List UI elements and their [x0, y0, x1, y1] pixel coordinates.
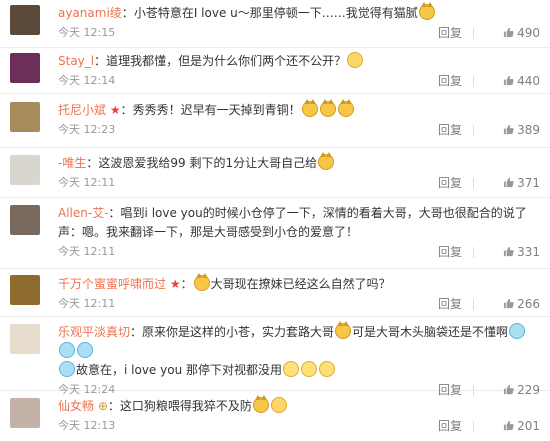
cat-emoji-icon [335, 321, 352, 339]
comment-time: 今天 12:11 [58, 245, 116, 258]
like-count: 490 [517, 26, 540, 40]
avatar[interactable] [10, 205, 40, 235]
avatar[interactable] [10, 102, 40, 132]
cat-emoji-icon [318, 152, 335, 170]
like-button[interactable]: 490 [503, 23, 540, 43]
reply-button[interactable]: 回复 [438, 416, 462, 436]
like-button[interactable]: 440 [503, 71, 540, 91]
cry-emoji-icon [509, 323, 526, 339]
reply-button[interactable]: 回复 [438, 173, 462, 193]
thumb-up-icon [504, 27, 514, 38]
comment-text: 这波恩爱我给99 剩下的1分让大哥自己给 [98, 156, 318, 170]
thumb-up-icon [504, 246, 514, 257]
thumb-up-icon [504, 298, 514, 309]
comment-username[interactable]: -唯生 [58, 156, 86, 170]
avatar[interactable] [10, 275, 40, 305]
comment-time: 今天 12:14 [58, 74, 116, 87]
like-button[interactable]: 389 [503, 120, 540, 140]
comment-time: 今天 12:11 [58, 176, 116, 189]
comment-username[interactable]: 仙女畅 [58, 399, 94, 413]
comment-text: 可是大哥木头脑袋还是不懂啊 [352, 325, 509, 339]
divider [473, 178, 474, 189]
cat-emoji-icon [301, 99, 318, 117]
divider [473, 76, 474, 87]
comment-item: 乐观平淡真切：原来你是这样的小苍，实力套路大哥 可是大哥木头脑袋还是不懂啊 故意在，… [0, 317, 550, 397]
comment-item: 仙女畅 ⊕：这口狗粮喂得我猝不及防 今天 12:13 回复 201 [0, 391, 550, 441]
comment-username[interactable]: 乐观平淡真切 [58, 325, 130, 339]
like-button[interactable]: 331 [503, 242, 540, 262]
reply-button[interactable]: 回复 [438, 120, 462, 140]
thumb-up-icon [504, 177, 514, 188]
reply-button[interactable]: 回复 [438, 23, 462, 43]
divider [473, 125, 474, 136]
comment-item: -唯生：这波恩爱我给99 剩下的1分让大哥自己给 今天 12:11 回复 371 [0, 148, 550, 198]
speechless-emoji-icon [301, 361, 317, 377]
like-button[interactable]: 201 [503, 416, 540, 436]
avatar[interactable] [10, 53, 40, 83]
cat-emoji-icon [337, 99, 354, 117]
reply-button[interactable]: 回复 [438, 242, 462, 262]
like-count: 389 [517, 123, 540, 137]
divider [473, 421, 474, 432]
comment-text: 原来你是这样的小苍，实力套路大哥 [142, 325, 335, 339]
comment-item: ayanami绫：小苍特意在I love u～那里停顿一下……我觉得有猫腻 今天… [0, 0, 550, 48]
like-button[interactable]: 371 [503, 173, 540, 193]
comment-username[interactable]: Allen-艾- [58, 206, 109, 220]
comment-username[interactable]: Stay_l [58, 54, 94, 68]
comment-text: 道理我都懂，但是为什么你们两个还不公开？ [106, 54, 347, 68]
divider [473, 28, 474, 39]
vip-badge-icon: ★ [109, 103, 121, 117]
comment-username[interactable]: 千万个蜜蜜呼啸而过 [58, 277, 166, 291]
comment-text: 秀秀秀！迟早有一天掉到青铜！ [132, 103, 301, 117]
vip-badge-icon: ★ [169, 277, 181, 291]
avatar[interactable] [10, 398, 40, 428]
blush-emoji-icon [270, 397, 287, 413]
avatar[interactable] [10, 5, 40, 35]
comment-text: 唱到i love you的时候小仓停了一下，深情的看着大哥，大哥也很配合的说了声… [58, 206, 527, 239]
divider [473, 247, 474, 258]
comment-text: 故意在，i love you 那停下对视都没用 [76, 363, 282, 377]
like-count: 440 [517, 74, 540, 88]
reply-button[interactable]: 回复 [438, 71, 462, 91]
comment-time: 今天 12:11 [58, 297, 116, 310]
comment-item: 托尼小斌 ★：秀秀秀！迟早有一天掉到青铜！ 今天 12:23 回复 389 [0, 94, 550, 148]
comment-item: 千万个蜜蜜呼啸而过 ★： 大哥现在撩妹已经这么自然了吗？ 今天 12:11 回复 … [0, 269, 550, 317]
like-count: 331 [517, 245, 540, 259]
comment-item: Stay_l：道理我都懂，但是为什么你们两个还不公开？ 今天 12:14 回复 … [0, 48, 550, 94]
like-count: 371 [517, 176, 540, 190]
comment-time: 今天 12:23 [58, 123, 116, 136]
comment-username[interactable]: 托尼小斌 [58, 103, 106, 117]
avatar[interactable] [10, 324, 40, 354]
comment-item: Allen-艾-：唱到i love you的时候小仓停了一下，深情的看着大哥，大… [0, 198, 550, 269]
cry-emoji-icon [77, 342, 93, 358]
like-count: 266 [517, 297, 540, 311]
blush-emoji-icon [347, 52, 364, 68]
cat-emoji-icon [418, 2, 435, 20]
thumb-up-icon [504, 420, 514, 431]
comment-time: 今天 12:13 [58, 419, 116, 432]
thumb-up-icon [504, 75, 514, 86]
cat-emoji-icon [252, 395, 269, 413]
comment-text: 这口狗粮喂得我猝不及防 [119, 399, 252, 413]
divider [473, 299, 474, 310]
comment-text: 小苍特意在I love u～那里停顿一下……我觉得有猫腻 [133, 6, 418, 20]
comment-list: ayanami绫：小苍特意在I love u～那里停顿一下……我觉得有猫腻 今天… [0, 0, 550, 441]
speechless-emoji-icon [283, 361, 299, 377]
speechless-emoji-icon [319, 361, 335, 377]
like-count: 201 [517, 419, 540, 433]
cry-emoji-icon [59, 342, 75, 358]
thumb-up-icon [504, 124, 514, 135]
avatar[interactable] [10, 155, 40, 185]
comment-username[interactable]: ayanami绫 [58, 6, 122, 20]
reply-button[interactable]: 回复 [438, 294, 462, 314]
cat-emoji-icon [193, 273, 210, 291]
comment-time: 今天 12:15 [58, 26, 116, 39]
cry-emoji-icon [59, 361, 75, 377]
cat-emoji-icon [319, 99, 336, 117]
comment-text: 大哥现在撩妹已经这么自然了吗？ [210, 277, 391, 291]
like-button[interactable]: 266 [503, 294, 540, 314]
vip-badge-icon: ⊕ [97, 399, 108, 413]
